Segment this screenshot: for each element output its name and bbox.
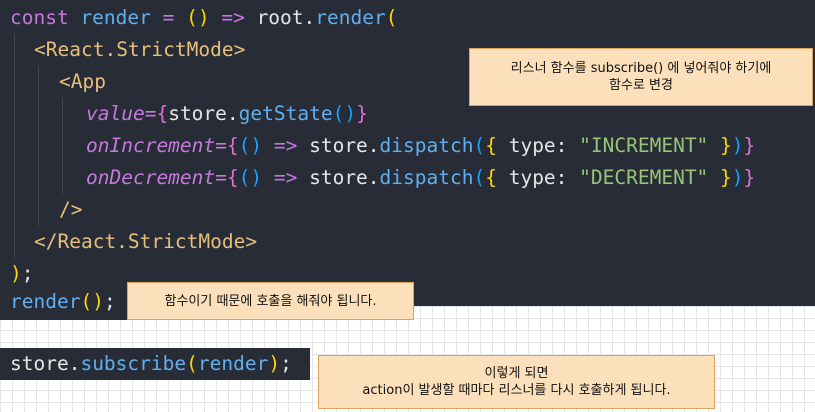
indent-guide xyxy=(14,226,34,258)
code-line-1: const render = () => root.render( xyxy=(10,2,397,34)
render-call: render xyxy=(10,290,81,313)
indent-guide xyxy=(14,66,38,98)
call-hint-note: 함수이기 때문에 호출을 해줘야 됩니다. xyxy=(127,282,414,320)
open-paren: ( xyxy=(473,134,486,157)
semicolon: ; xyxy=(280,352,292,375)
object-close-brace: } xyxy=(708,166,732,189)
tag-open-bracket: </ xyxy=(34,230,58,253)
store-object: store. xyxy=(309,166,380,189)
object-open-brace: { xyxy=(485,134,497,157)
app-tag: App xyxy=(70,70,106,93)
arrow-params: () xyxy=(238,166,263,189)
open-paren: ( xyxy=(385,6,398,29)
indent-guide xyxy=(14,194,38,226)
subscribe-hint-note: 리스너 함수를 subscribe() 에 넣어줘야 하기에 함수로 변경 xyxy=(469,48,813,106)
object-open-brace: { xyxy=(485,166,497,189)
call-parens: () xyxy=(80,290,104,313)
note-line: 함수이기 때문에 호출을 해줘야 됩니다. xyxy=(164,293,377,309)
code-line-12: store.subscribe(render); xyxy=(10,348,292,380)
note-line: 함수로 변경 xyxy=(609,78,673,93)
store-object: store. xyxy=(309,134,380,157)
indent-guide xyxy=(62,98,86,130)
assign-operator: = xyxy=(162,6,187,29)
prop-equals: = xyxy=(215,134,227,157)
tag-open-bracket: < xyxy=(34,38,46,61)
code-line-2: <React.StrictMode> xyxy=(14,34,245,66)
code-line-3: <App xyxy=(14,66,106,98)
store-object: store. xyxy=(10,352,81,375)
arrow-operator: => xyxy=(262,134,310,157)
prop-equals: = xyxy=(144,102,157,125)
arrow-params: () xyxy=(238,134,263,157)
indent-guide xyxy=(38,194,59,226)
call-parens: () xyxy=(332,102,357,125)
getstate-method: getState xyxy=(238,102,333,125)
render-method: render xyxy=(315,6,386,29)
semicolon: ; xyxy=(21,262,34,285)
indent-guide xyxy=(14,162,38,194)
decrement-string: "DECREMENT" xyxy=(579,166,709,189)
code-line-7: /> xyxy=(14,194,82,226)
close-paren: ) xyxy=(10,262,22,285)
close-brace: } xyxy=(743,134,756,157)
render-identifier: render xyxy=(68,6,163,29)
store-object: store. xyxy=(168,102,239,125)
semicolon: ; xyxy=(103,290,116,313)
note-line: action이 발생할 때마다 리스너를 다시 호출하게 됩니다. xyxy=(362,383,671,398)
value-prop: value xyxy=(86,102,145,125)
open-brace: { xyxy=(156,102,169,125)
tag-close-bracket: > xyxy=(245,230,258,253)
indent-guide xyxy=(62,130,86,162)
indent-guide xyxy=(38,66,59,98)
code-line-6: onDecrement={() => store.dispatch({ type… xyxy=(14,162,755,194)
type-key: type: xyxy=(496,134,580,157)
tag-close-bracket: > xyxy=(233,38,246,61)
strictmode-close-tag: React.StrictMode xyxy=(57,230,246,253)
render-argument: render xyxy=(197,352,269,375)
close-paren: ) xyxy=(268,352,281,375)
indent-guide xyxy=(38,162,62,194)
arrow-operator: => xyxy=(262,166,310,189)
const-keyword: const xyxy=(10,6,69,29)
indent-guide xyxy=(38,130,62,162)
subscribe-method: subscribe xyxy=(80,352,187,375)
open-brace: { xyxy=(226,134,239,157)
prop-equals: = xyxy=(215,166,227,189)
indent-guide xyxy=(14,98,38,130)
action-hint-note: 이렇게 되면 action이 발생할 때마다 리스너를 다시 호출하게 됩니다. xyxy=(318,355,715,409)
note-line: 이렇게 되면 xyxy=(484,366,549,381)
indent-guide xyxy=(62,162,86,194)
dispatch-method: dispatch xyxy=(379,134,474,157)
indent-guide xyxy=(14,34,34,66)
open-paren: ( xyxy=(473,166,486,189)
open-paren: ( xyxy=(186,352,198,375)
code-line-5: onIncrement={() => store.dispatch({ type… xyxy=(14,130,755,162)
code-line-8: </React.StrictMode> xyxy=(14,226,257,258)
close-brace: } xyxy=(743,166,756,189)
arrow-params: () xyxy=(186,6,210,29)
code-editor-panel: const render = () => root.render( <React… xyxy=(0,0,815,306)
code-line-10: render(); xyxy=(10,286,116,318)
close-paren: ) xyxy=(731,166,744,189)
self-close-tag: /> xyxy=(59,198,83,221)
strictmode-tag: React.StrictMode xyxy=(45,38,234,61)
close-paren: ) xyxy=(731,134,744,157)
object-close-brace: } xyxy=(708,134,732,157)
code-line-4: value={store.getState()} xyxy=(14,98,368,130)
indent-guide xyxy=(38,98,62,130)
onincrement-prop: onIncrement xyxy=(86,134,216,157)
open-brace: { xyxy=(226,166,239,189)
note-line: 리스너 함수를 subscribe() 에 넣어줘야 하기에 xyxy=(510,61,772,76)
indent-guide xyxy=(14,130,38,162)
type-key: type: xyxy=(496,166,580,189)
tag-open-bracket: < xyxy=(59,70,71,93)
arrow-operator: => xyxy=(209,6,257,29)
increment-string: "INCREMENT" xyxy=(579,134,709,157)
close-brace: } xyxy=(356,102,368,125)
ondecrement-prop: onDecrement xyxy=(86,166,216,189)
dispatch-method: dispatch xyxy=(379,166,474,189)
root-object: root. xyxy=(256,6,316,29)
